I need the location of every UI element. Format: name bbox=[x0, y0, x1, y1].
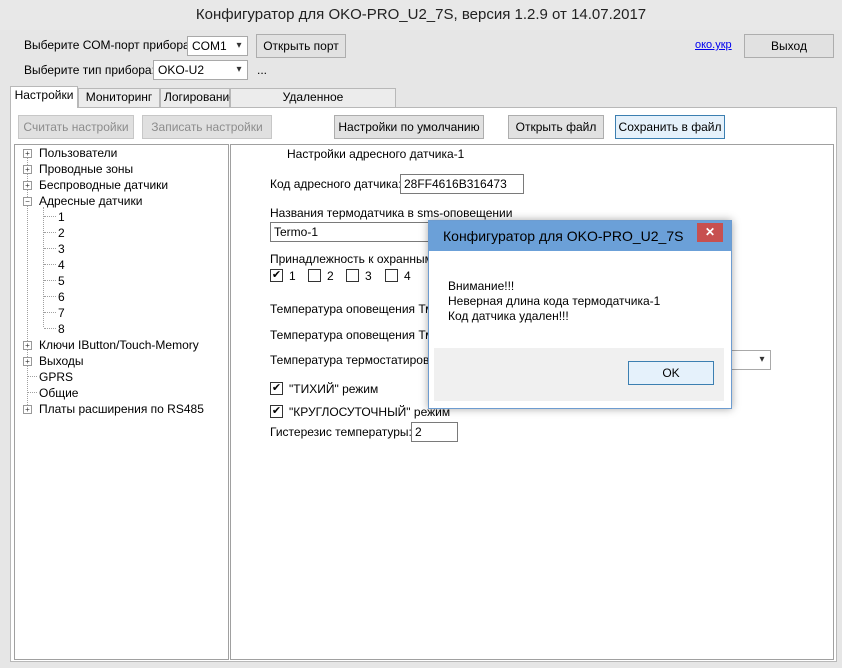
device-type-label: Выберите тип прибора: bbox=[24, 63, 155, 77]
tree-item-sensor-5[interactable]: 5 bbox=[58, 273, 65, 289]
save-file-button[interactable]: Сохранить в файл bbox=[615, 115, 725, 139]
read-settings-button[interactable]: Считать настройки bbox=[18, 115, 134, 139]
thermostat-mode-select[interactable]: ▾ bbox=[727, 350, 771, 370]
com-port-select[interactable]: COM1 ▾ bbox=[187, 36, 248, 56]
temp-thermostat-label: Температура термостатирован bbox=[270, 353, 443, 367]
main-window: Конфигуратор для OKO-PRO_U2_7S, версия 1… bbox=[0, 0, 842, 668]
warning-dialog: Конфигуратор для OKO-PRO_U2_7S ✕ Внимани… bbox=[428, 220, 732, 409]
site-link[interactable]: око.укр bbox=[695, 39, 732, 51]
chevron-down-icon[interactable]: ▾ bbox=[231, 61, 247, 79]
zone-1-label: 1 bbox=[289, 269, 296, 283]
zone-3-label: 3 bbox=[365, 269, 372, 283]
settings-tree[interactable]: + Пользователи + Проводные зоны + Беспро… bbox=[14, 144, 229, 660]
guard-zones-label: Принадлежность к охранным г bbox=[270, 252, 441, 266]
round-the-clock-checkbox[interactable]: ✔ bbox=[270, 405, 283, 418]
tree-item-sensor-4[interactable]: 4 bbox=[58, 257, 65, 273]
expand-icon[interactable]: + bbox=[23, 341, 32, 350]
check-mark-icon: ✔ bbox=[271, 405, 282, 417]
tree-item-sensor-2[interactable]: 2 bbox=[58, 225, 65, 241]
window-title: Конфигуратор для OKO-PRO_U2_7S, версия 1… bbox=[0, 0, 842, 30]
default-settings-button[interactable]: Настройки по умолчанию bbox=[334, 115, 484, 139]
hysteresis-input[interactable]: 2 bbox=[411, 422, 458, 442]
open-file-button[interactable]: Открыть файл bbox=[508, 115, 604, 139]
tree-item-wireless-sensors[interactable]: Беспроводные датчики bbox=[39, 177, 168, 193]
quiet-mode-checkbox[interactable]: ✔ bbox=[270, 382, 283, 395]
expand-icon[interactable]: + bbox=[23, 405, 32, 414]
com-port-value: COM1 bbox=[192, 39, 227, 53]
tree-item-general[interactable]: Общие bbox=[39, 385, 78, 401]
temp-min-label: Температура оповещения Тмин bbox=[270, 302, 447, 316]
collapse-icon[interactable]: − bbox=[23, 197, 32, 206]
sensor-code-input[interactable]: 28FF4616B316473 bbox=[400, 174, 524, 194]
tree-item-wired-zones[interactable]: Проводные зоны bbox=[39, 161, 133, 177]
zone-4-label: 4 bbox=[404, 269, 411, 283]
zone-2-label: 2 bbox=[327, 269, 334, 283]
round-the-clock-label: "КРУГЛОСУТОЧНЫЙ" режим bbox=[289, 405, 451, 419]
tree-item-address-sensors[interactable]: Адресные датчики bbox=[39, 193, 142, 209]
zone-2-checkbox[interactable] bbox=[308, 269, 321, 282]
sensor-name-label: Названия термодатчика в sms-оповещении bbox=[270, 206, 513, 220]
tree-item-sensor-1[interactable]: 1 bbox=[58, 209, 65, 225]
zone-4-checkbox[interactable] bbox=[385, 269, 398, 282]
ok-button[interactable]: OK bbox=[628, 361, 714, 385]
tab-remote-config[interactable]: Удаленное конфигурирование bbox=[230, 88, 396, 121]
tab-monitoring[interactable]: Мониторинг bbox=[78, 88, 160, 107]
chevron-down-icon[interactable]: ▾ bbox=[754, 351, 770, 369]
expand-icon[interactable]: + bbox=[23, 357, 32, 366]
dialog-message-line-1: Внимание!!! bbox=[448, 279, 515, 293]
tree-item-users[interactable]: Пользователи bbox=[39, 145, 117, 161]
check-mark-icon: ✔ bbox=[271, 382, 282, 394]
dialog-body: Внимание!!! Неверная длина кода термодат… bbox=[434, 251, 724, 401]
temp-max-label: Температура оповещения Тмак bbox=[270, 328, 446, 342]
dialog-title: Конфигуратор для OKO-PRO_U2_7S bbox=[443, 228, 684, 244]
tab-logging[interactable]: Логирование bbox=[160, 88, 236, 107]
tree-item-rs485-boards[interactable]: Платы расширения по RS485 bbox=[39, 401, 204, 417]
exit-button[interactable]: Выход bbox=[744, 34, 834, 58]
tree-item-sensor-7[interactable]: 7 bbox=[58, 305, 65, 321]
zone-1-checkbox[interactable]: ✔ bbox=[270, 269, 283, 282]
tab-settings[interactable]: Настройки bbox=[10, 86, 78, 108]
dialog-title-bar[interactable]: Конфигуратор для OKO-PRO_U2_7S ✕ bbox=[429, 221, 731, 251]
device-type-select[interactable]: OKO-U2 ▾ bbox=[153, 60, 248, 80]
sensor-code-label: Код адресного датчика: bbox=[270, 177, 402, 191]
dialog-message-line-2: Неверная длина кода термодатчика-1 bbox=[448, 294, 661, 308]
expand-icon[interactable]: + bbox=[23, 181, 32, 190]
dialog-footer: OK bbox=[434, 348, 724, 401]
open-port-button[interactable]: Открыть порт bbox=[256, 34, 346, 58]
close-icon[interactable]: ✕ bbox=[697, 223, 723, 242]
tree-item-sensor-3[interactable]: 3 bbox=[58, 241, 65, 257]
tree-item-ibutton-keys[interactable]: Ключи IButton/Touch-Memory bbox=[39, 337, 199, 353]
zone-3-checkbox[interactable] bbox=[346, 269, 359, 282]
expand-icon[interactable]: + bbox=[23, 165, 32, 174]
tree-item-sensor-6[interactable]: 6 bbox=[58, 289, 65, 305]
panel-heading: Настройки адресного датчика-1 bbox=[287, 147, 465, 161]
write-settings-button[interactable]: Записать настройки bbox=[142, 115, 272, 139]
com-port-label: Выберите СОМ-порт прибора: bbox=[24, 38, 194, 52]
tree-item-sensor-8[interactable]: 8 bbox=[58, 321, 65, 337]
dialog-message-line-3: Код датчика удален!!! bbox=[448, 309, 569, 323]
device-type-value: OKO-U2 bbox=[158, 63, 205, 77]
hysteresis-label: Гистерезис температуры: bbox=[270, 425, 412, 439]
tree-item-gprs[interactable]: GPRS bbox=[39, 369, 73, 385]
expand-icon[interactable]: + bbox=[23, 149, 32, 158]
quiet-mode-label: "ТИХИЙ" режим bbox=[289, 382, 379, 396]
check-mark-icon: ✔ bbox=[271, 269, 282, 281]
device-info-ellipsis: ... bbox=[257, 63, 268, 77]
chevron-down-icon[interactable]: ▾ bbox=[231, 37, 247, 55]
tree-item-outputs[interactable]: Выходы bbox=[39, 353, 84, 369]
